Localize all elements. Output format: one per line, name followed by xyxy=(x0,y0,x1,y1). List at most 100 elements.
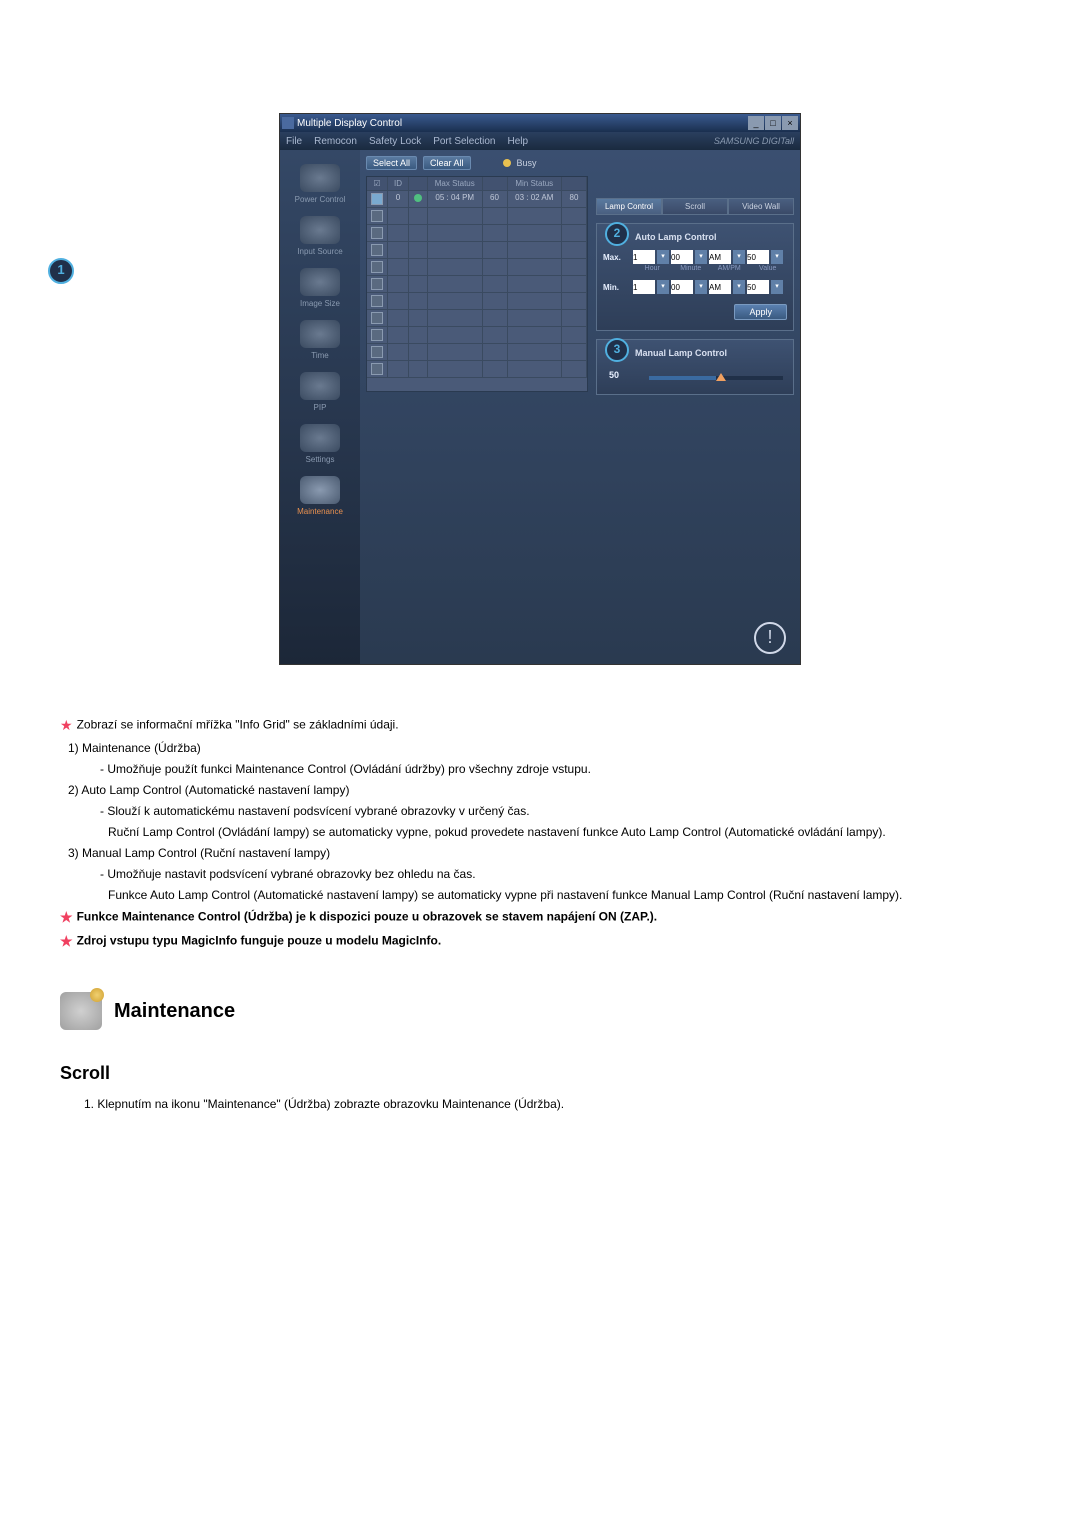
document-text: ★Zobrazí se informační mřížka "Info Grid… xyxy=(60,715,1020,1113)
max-row: Max. 1▾ 00▾ AM▾ 50▾ xyxy=(603,250,787,264)
sidebar-item-settings[interactable]: Settings xyxy=(280,418,360,470)
table-row-empty xyxy=(367,242,587,259)
col-header-id: ID xyxy=(388,177,409,191)
col-header-max-value xyxy=(483,177,508,191)
auto-lamp-control-box: 2 Auto Lamp Control Max. 1▾ 00▾ AM▾ 50▾ … xyxy=(596,223,794,331)
dropdown-icon[interactable]: ▾ xyxy=(695,250,707,264)
table-row-empty xyxy=(367,208,587,225)
row-checkbox[interactable] xyxy=(371,329,383,341)
menu-help[interactable]: Help xyxy=(507,136,528,147)
select-all-button[interactable]: Select All xyxy=(366,156,417,170)
callout-3: 3 xyxy=(605,338,629,362)
value-select[interactable]: 50 xyxy=(747,280,769,294)
info-grid: ☑ ID Max Status Min Status 0 05 : 04 PM … xyxy=(366,176,588,392)
table-row-empty xyxy=(367,361,587,378)
ampm-select[interactable]: AM xyxy=(709,250,731,264)
row-checkbox[interactable] xyxy=(371,295,383,307)
sidebar: Power Control Input Source Image Size Ti… xyxy=(280,150,360,664)
star-icon: ★ xyxy=(60,717,73,733)
value-select[interactable]: 50 xyxy=(747,250,769,264)
col-header-status xyxy=(409,177,428,191)
col-header-check[interactable]: ☑ xyxy=(367,177,388,191)
tab-video-wall[interactable]: Video Wall xyxy=(728,198,794,215)
manual-lamp-control-box: 3 Manual Lamp Control 50 xyxy=(596,339,794,395)
callout-2: 2 xyxy=(605,222,629,246)
table-row-empty xyxy=(367,327,587,344)
main-area: Select All Clear All Busy ☑ ID Max Statu… xyxy=(360,150,800,664)
slider-handle-icon[interactable] xyxy=(716,373,726,381)
sidebar-item-power-control[interactable]: Power Control xyxy=(280,158,360,210)
row-checkbox[interactable] xyxy=(371,346,383,358)
sublabel-hour: Hour xyxy=(633,265,672,272)
sidebar-item-maintenance[interactable]: Maintenance xyxy=(280,470,360,522)
dropdown-icon[interactable]: ▾ xyxy=(733,280,745,294)
callout-1: 1 xyxy=(48,258,74,284)
tab-lamp-control[interactable]: Lamp Control xyxy=(596,198,662,215)
sidebar-item-time[interactable]: Time xyxy=(280,314,360,366)
row-checkbox[interactable] xyxy=(371,210,383,222)
manual-lamp-slider[interactable] xyxy=(649,376,783,380)
table-row-empty xyxy=(367,344,587,361)
sidebar-item-pip[interactable]: PIP xyxy=(280,366,360,418)
clear-all-button[interactable]: Clear All xyxy=(423,156,471,170)
manual-lamp-value: 50 xyxy=(609,370,619,380)
hour-select[interactable]: 1 xyxy=(633,280,655,294)
table-row-empty xyxy=(367,225,587,242)
section-header: Maintenance xyxy=(60,992,1020,1030)
ampm-select[interactable]: AM xyxy=(709,280,731,294)
dropdown-icon[interactable]: ▾ xyxy=(657,280,669,294)
settings-icon xyxy=(300,424,340,452)
apply-button[interactable]: Apply xyxy=(734,304,787,320)
window-maximize-button[interactable]: □ xyxy=(765,116,781,130)
image-size-icon xyxy=(300,268,340,296)
power-icon xyxy=(300,164,340,192)
section-title: Maintenance xyxy=(114,996,235,1026)
table-row-empty xyxy=(367,276,587,293)
dropdown-icon[interactable]: ▾ xyxy=(657,250,669,264)
hour-select[interactable]: 1 xyxy=(633,250,655,264)
sublabel-ampm: AM/PM xyxy=(710,265,749,272)
dropdown-icon[interactable]: ▾ xyxy=(771,250,783,264)
row-checkbox[interactable] xyxy=(371,227,383,239)
table-row-empty xyxy=(367,259,587,276)
dropdown-icon[interactable]: ▾ xyxy=(733,250,745,264)
dropdown-icon[interactable]: ▾ xyxy=(695,280,707,294)
window-minimize-button[interactable]: _ xyxy=(748,116,764,130)
table-row-empty xyxy=(367,310,587,327)
warning-icon: ! xyxy=(754,622,786,654)
min-row: Min. 1▾ 00▾ AM▾ 50▾ xyxy=(603,280,787,294)
window-title: Multiple Display Control xyxy=(297,118,748,129)
menu-file[interactable]: File xyxy=(286,136,302,147)
tab-scroll[interactable]: Scroll xyxy=(662,198,728,215)
busy-indicator-icon xyxy=(503,159,511,167)
table-row-empty xyxy=(367,293,587,310)
status-dot-icon xyxy=(414,194,422,202)
table-row[interactable]: 0 05 : 04 PM 60 03 : 02 AM 80 xyxy=(367,191,587,208)
col-header-min-status: Min Status xyxy=(508,177,563,191)
row-checkbox[interactable] xyxy=(371,244,383,256)
app-icon xyxy=(282,117,294,129)
row-checkbox[interactable] xyxy=(371,312,383,324)
col-header-min-value xyxy=(562,177,587,191)
minute-select[interactable]: 00 xyxy=(671,280,693,294)
manual-lamp-title: Manual Lamp Control xyxy=(635,348,787,358)
row-checkbox[interactable] xyxy=(371,278,383,290)
dropdown-icon[interactable]: ▾ xyxy=(771,280,783,294)
busy-label: Busy xyxy=(517,158,537,168)
row-checkbox[interactable] xyxy=(371,261,383,273)
row-checkbox[interactable] xyxy=(371,193,383,205)
menu-port-selection[interactable]: Port Selection xyxy=(433,136,495,147)
sidebar-item-input-source[interactable]: Input Source xyxy=(280,210,360,262)
menu-safety-lock[interactable]: Safety Lock xyxy=(369,136,421,147)
sublabel-value: Value xyxy=(749,265,788,272)
minute-select[interactable]: 00 xyxy=(671,250,693,264)
row-checkbox[interactable] xyxy=(371,363,383,375)
col-header-max-status: Max Status xyxy=(428,177,483,191)
menu-remocon[interactable]: Remocon xyxy=(314,136,357,147)
source-icon xyxy=(300,216,340,244)
brand-label: SAMSUNG DIGITall xyxy=(714,136,794,146)
sidebar-item-image-size[interactable]: Image Size xyxy=(280,262,360,314)
auto-lamp-title: Auto Lamp Control xyxy=(635,232,787,242)
time-icon xyxy=(300,320,340,348)
window-close-button[interactable]: × xyxy=(782,116,798,130)
